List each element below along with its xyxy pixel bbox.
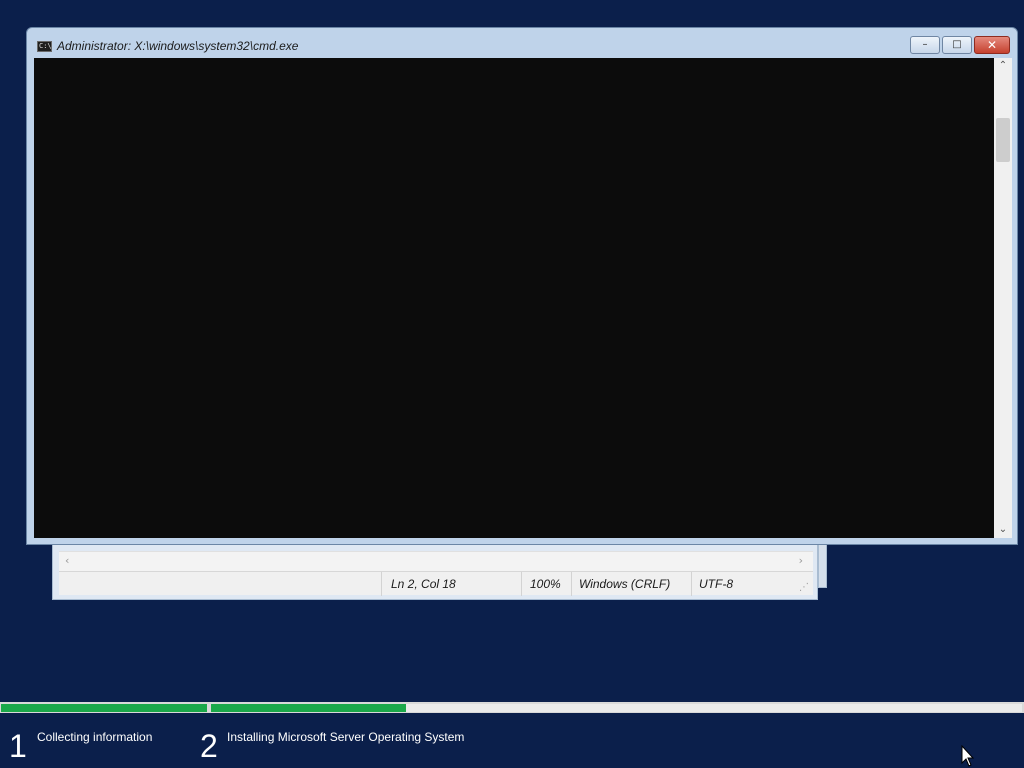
maximize-button[interactable]: □ bbox=[942, 36, 972, 54]
notepad-vertical-scrollbar-edge bbox=[818, 544, 827, 588]
step2-progress bbox=[211, 704, 1022, 712]
scroll-right-icon[interactable]: › bbox=[799, 554, 803, 567]
minimize-button[interactable]: – bbox=[910, 36, 940, 54]
close-button[interactable]: ✕ bbox=[974, 36, 1010, 54]
maximize-icon: □ bbox=[952, 39, 962, 50]
cmd-app-icon[interactable]: C:\ bbox=[37, 41, 52, 52]
setup-progress-bar bbox=[0, 702, 1024, 713]
mouse-cursor-icon bbox=[961, 745, 975, 767]
step-label: Installing Microsoft Server Operating Sy… bbox=[227, 730, 465, 744]
status-separator bbox=[521, 572, 522, 596]
step-number: 1 bbox=[9, 728, 27, 764]
status-cursor-position: Ln 2, Col 18 bbox=[391, 577, 456, 591]
step-number: 2 bbox=[200, 728, 218, 764]
status-encoding: UTF-8 bbox=[699, 577, 733, 591]
scroll-left-icon[interactable]: ‹ bbox=[65, 554, 69, 567]
minimize-icon: – bbox=[922, 39, 928, 50]
cmd-vertical-scrollbar[interactable]: ⌃ ⌄ bbox=[994, 58, 1012, 538]
status-line-endings: Windows (CRLF) bbox=[579, 577, 671, 591]
close-icon: ✕ bbox=[986, 38, 998, 52]
cmd-window: C:\ Administrator: X:\windows\system32\c… bbox=[26, 27, 1018, 545]
step1-progress-fill bbox=[1, 704, 207, 712]
status-separator bbox=[691, 572, 692, 596]
status-separator bbox=[571, 572, 572, 596]
step2-progress-fill bbox=[211, 704, 406, 712]
notepad-window: ‹ › Ln 2, Col 18 100% Windows (CRLF) UTF… bbox=[52, 536, 818, 600]
step1-progress bbox=[1, 704, 207, 712]
cmd-console-area[interactable] bbox=[34, 58, 994, 538]
scrollbar-thumb[interactable] bbox=[996, 118, 1010, 162]
notepad-status-bar: Ln 2, Col 18 100% Windows (CRLF) UTF-8 ⋰ bbox=[59, 571, 813, 596]
status-zoom: 100% bbox=[530, 577, 561, 591]
notepad-horizontal-scrollbar[interactable]: ‹ › bbox=[59, 551, 813, 571]
status-separator bbox=[381, 572, 382, 596]
step-label: Collecting information bbox=[37, 730, 153, 744]
scroll-down-icon[interactable]: ⌄ bbox=[994, 522, 1012, 538]
resize-grip-icon[interactable]: ⋰ bbox=[799, 582, 809, 593]
cmd-title-bar[interactable]: C:\ Administrator: X:\windows\system32\c… bbox=[27, 28, 1017, 58]
scroll-up-icon[interactable]: ⌃ bbox=[994, 58, 1012, 74]
cmd-window-title: Administrator: X:\windows\system32\cmd.e… bbox=[57, 39, 299, 53]
